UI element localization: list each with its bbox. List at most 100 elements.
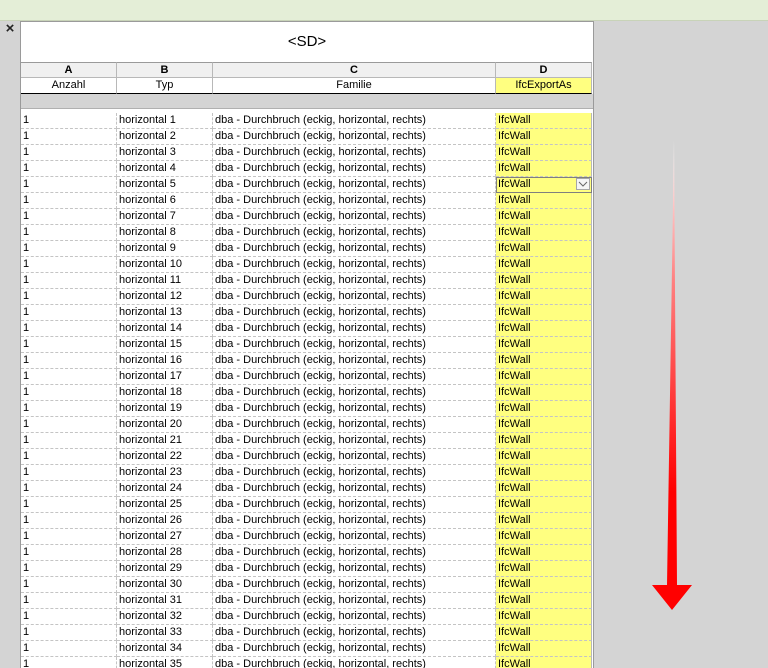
- cell-anzahl[interactable]: 1: [21, 193, 117, 209]
- cell-ifcexportas[interactable]: IfcWall: [496, 545, 592, 561]
- table-row[interactable]: 1 horizontal 34 dba - Durchbruch (eckig, h…: [21, 641, 593, 657]
- cell-typ[interactable]: horizontal 13: [117, 305, 213, 321]
- table-row[interactable]: 1 horizontal 28 dba - Durchbruch (eckig, h…: [21, 545, 593, 561]
- cell-anzahl[interactable]: 1: [21, 449, 117, 465]
- cell-ifcexportas[interactable]: IfcWall: [496, 449, 592, 465]
- cell-ifcexportas[interactable]: IfcWall: [496, 305, 592, 321]
- cell-ifcexportas[interactable]: IfcWall: [496, 225, 592, 241]
- cell-familie[interactable]: dba - Durchbruch (eckig, horizontal, rec…: [213, 385, 496, 401]
- table-row[interactable]: 1 horizontal 23 dba - Durchbruch (eckig, h…: [21, 465, 593, 481]
- table-row[interactable]: 1 horizontal 22 dba - Durchbruch (eckig, h…: [21, 449, 593, 465]
- cell-ifcexportas[interactable]: IfcWall: [496, 561, 592, 577]
- table-row[interactable]: 1 horizontal 27 dba - Durchbruch (eckig, h…: [21, 529, 593, 545]
- cell-familie[interactable]: dba - Durchbruch (eckig, horizontal, rec…: [213, 337, 496, 353]
- cell-ifcexportas[interactable]: IfcWall: [496, 273, 592, 289]
- cell-typ[interactable]: horizontal 21: [117, 433, 213, 449]
- cell-typ[interactable]: horizontal 6: [117, 193, 213, 209]
- cell-ifcexportas[interactable]: IfcWall: [496, 385, 592, 401]
- table-row[interactable]: 1 horizontal 21 dba - Durchbruch (eckig, h…: [21, 433, 593, 449]
- table-row[interactable]: 1 horizontal 1 dba - Durchbruch (eckig, ho…: [21, 113, 593, 129]
- table-row[interactable]: 1 horizontal 14 dba - Durchbruch (eckig, h…: [21, 321, 593, 337]
- table-row[interactable]: 1 horizontal 5 dba - Durchbruch (eckig, ho…: [21, 177, 593, 193]
- column-letter-a[interactable]: A: [21, 62, 117, 78]
- cell-anzahl[interactable]: 1: [21, 545, 117, 561]
- cell-anzahl[interactable]: 1: [21, 401, 117, 417]
- table-row[interactable]: 1 horizontal 31 dba - Durchbruch (eckig, h…: [21, 593, 593, 609]
- cell-familie[interactable]: dba - Durchbruch (eckig, horizontal, rec…: [213, 401, 496, 417]
- cell-typ[interactable]: horizontal 35: [117, 657, 213, 668]
- cell-anzahl[interactable]: 1: [21, 497, 117, 513]
- cell-familie[interactable]: dba - Durchbruch (eckig, horizontal, rec…: [213, 465, 496, 481]
- table-row[interactable]: 1 horizontal 32 dba - Durchbruch (eckig, h…: [21, 609, 593, 625]
- cell-familie[interactable]: dba - Durchbruch (eckig, horizontal, rec…: [213, 577, 496, 593]
- table-row[interactable]: 1 horizontal 29 dba - Durchbruch (eckig, h…: [21, 561, 593, 577]
- cell-familie[interactable]: dba - Durchbruch (eckig, horizontal, rec…: [213, 625, 496, 641]
- cell-ifcexportas[interactable]: IfcWall: [496, 497, 592, 513]
- header-typ[interactable]: Typ: [117, 78, 213, 94]
- cell-anzahl[interactable]: 1: [21, 161, 117, 177]
- table-row[interactable]: 1 horizontal 17 dba - Durchbruch (eckig, h…: [21, 369, 593, 385]
- cell-anzahl[interactable]: 1: [21, 113, 117, 129]
- cell-typ[interactable]: horizontal 2: [117, 129, 213, 145]
- cell-typ[interactable]: horizontal 10: [117, 257, 213, 273]
- cell-ifcexportas[interactable]: IfcWall: [496, 417, 592, 433]
- cell-anzahl[interactable]: 1: [21, 641, 117, 657]
- cell-familie[interactable]: dba - Durchbruch (eckig, horizontal, rec…: [213, 241, 496, 257]
- cell-ifcexportas[interactable]: IfcWall: [496, 129, 592, 145]
- cell-familie[interactable]: dba - Durchbruch (eckig, horizontal, rec…: [213, 161, 496, 177]
- column-letter-c[interactable]: C: [213, 62, 496, 78]
- cell-anzahl[interactable]: 1: [21, 529, 117, 545]
- table-row[interactable]: 1 horizontal 6 dba - Durchbruch (eckig, ho…: [21, 193, 593, 209]
- cell-anzahl[interactable]: 1: [21, 273, 117, 289]
- cell-ifcexportas[interactable]: IfcWall: [496, 641, 592, 657]
- cell-ifcexportas[interactable]: IfcWall: [496, 257, 592, 273]
- cell-ifcexportas[interactable]: IfcWall: [496, 289, 592, 305]
- cell-typ[interactable]: horizontal 26: [117, 513, 213, 529]
- cell-familie[interactable]: dba - Durchbruch (eckig, horizontal, rec…: [213, 289, 496, 305]
- cell-anzahl[interactable]: 1: [21, 465, 117, 481]
- cell-familie[interactable]: dba - Durchbruch (eckig, horizontal, rec…: [213, 305, 496, 321]
- cell-ifcexportas[interactable]: IfcWall: [496, 481, 592, 497]
- cell-familie[interactable]: dba - Durchbruch (eckig, horizontal, rec…: [213, 481, 496, 497]
- table-row[interactable]: 1 horizontal 4 dba - Durchbruch (eckig, ho…: [21, 161, 593, 177]
- cell-familie[interactable]: dba - Durchbruch (eckig, horizontal, rec…: [213, 545, 496, 561]
- table-row[interactable]: 1 horizontal 13 dba - Durchbruch (eckig, h…: [21, 305, 593, 321]
- cell-anzahl[interactable]: 1: [21, 417, 117, 433]
- table-row[interactable]: 1 horizontal 11 dba - Durchbruch (eckig, h…: [21, 273, 593, 289]
- cell-anzahl[interactable]: 1: [21, 353, 117, 369]
- cell-familie[interactable]: dba - Durchbruch (eckig, horizontal, rec…: [213, 225, 496, 241]
- cell-typ[interactable]: horizontal 1: [117, 113, 213, 129]
- header-familie[interactable]: Familie: [213, 78, 496, 94]
- cell-ifcexportas[interactable]: IfcWall: [496, 113, 592, 129]
- table-row[interactable]: 1 horizontal 26 dba - Durchbruch (eckig, h…: [21, 513, 593, 529]
- cell-familie[interactable]: dba - Durchbruch (eckig, horizontal, rec…: [213, 657, 496, 668]
- table-row[interactable]: 1 horizontal 33 dba - Durchbruch (eckig, h…: [21, 625, 593, 641]
- close-button[interactable]: ×: [3, 21, 17, 37]
- cell-anzahl[interactable]: 1: [21, 241, 117, 257]
- cell-familie[interactable]: dba - Durchbruch (eckig, horizontal, rec…: [213, 209, 496, 225]
- cell-anzahl[interactable]: 1: [21, 385, 117, 401]
- cell-anzahl[interactable]: 1: [21, 657, 117, 668]
- table-row[interactable]: 1 horizontal 18 dba - Durchbruch (eckig, h…: [21, 385, 593, 401]
- table-row[interactable]: 1 horizontal 24 dba - Durchbruch (eckig, h…: [21, 481, 593, 497]
- cell-anzahl[interactable]: 1: [21, 145, 117, 161]
- cell-familie[interactable]: dba - Durchbruch (eckig, horizontal, rec…: [213, 529, 496, 545]
- cell-familie[interactable]: dba - Durchbruch (eckig, horizontal, rec…: [213, 129, 496, 145]
- cell-familie[interactable]: dba - Durchbruch (eckig, horizontal, rec…: [213, 177, 496, 193]
- table-row[interactable]: 1 horizontal 3 dba - Durchbruch (eckig, ho…: [21, 145, 593, 161]
- cell-ifcexportas[interactable]: IfcWall: [496, 337, 592, 353]
- table-row[interactable]: 1 horizontal 9 dba - Durchbruch (eckig, ho…: [21, 241, 593, 257]
- cell-ifcexportas[interactable]: IfcWall: [496, 241, 592, 257]
- cell-familie[interactable]: dba - Durchbruch (eckig, horizontal, rec…: [213, 433, 496, 449]
- cell-familie[interactable]: dba - Durchbruch (eckig, horizontal, rec…: [213, 513, 496, 529]
- column-letter-b[interactable]: B: [117, 62, 213, 78]
- cell-typ[interactable]: horizontal 15: [117, 337, 213, 353]
- table-row[interactable]: 1 horizontal 2 dba - Durchbruch (eckig, ho…: [21, 129, 593, 145]
- cell-anzahl[interactable]: 1: [21, 577, 117, 593]
- cell-typ[interactable]: horizontal 27: [117, 529, 213, 545]
- cell-ifcexportas[interactable]: IfcWall: [496, 401, 592, 417]
- table-row[interactable]: 1 horizontal 25 dba - Durchbruch (eckig, h…: [21, 497, 593, 513]
- cell-typ[interactable]: horizontal 7: [117, 209, 213, 225]
- cell-ifcexportas[interactable]: IfcWall: [496, 513, 592, 529]
- cell-typ[interactable]: horizontal 29: [117, 561, 213, 577]
